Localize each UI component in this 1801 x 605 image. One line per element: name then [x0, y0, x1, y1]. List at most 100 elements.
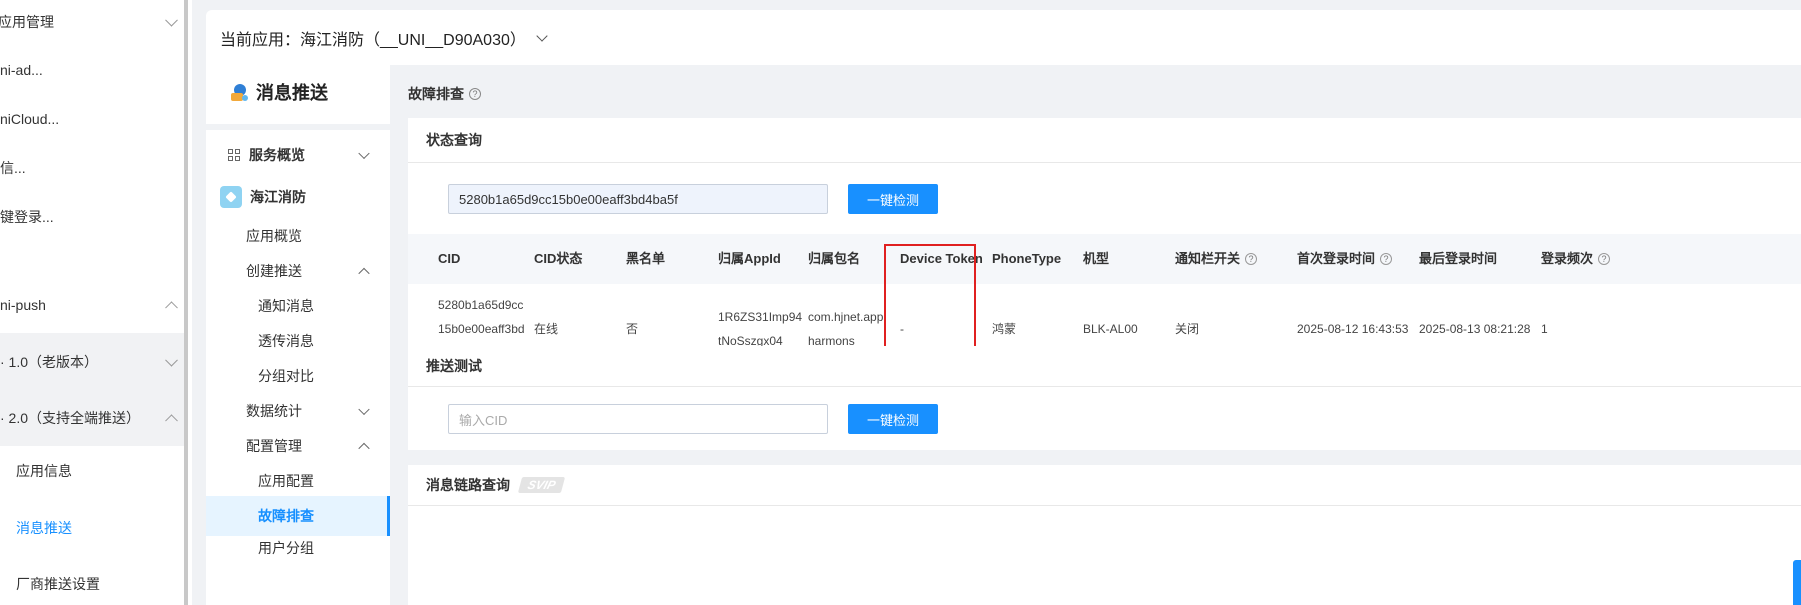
- inner-nav-notification-message[interactable]: 通知消息: [206, 286, 390, 326]
- scrollbar-thumb[interactable]: [1793, 560, 1801, 605]
- col-notify-switch-label: 通知栏开关: [1175, 251, 1241, 266]
- status-check-button[interactable]: 一键检测: [848, 184, 938, 214]
- left-nav-label: 应用管理: [0, 14, 54, 30]
- left-nav-item-message-push[interactable]: 消息推送: [0, 508, 184, 548]
- col-login-count: 登录频次 ?: [1541, 234, 1611, 284]
- left-nav-label: 应用信息: [16, 463, 72, 479]
- push-test-cid-input[interactable]: 输入CID: [448, 404, 828, 434]
- chevron-down-icon: [165, 13, 178, 27]
- app-root: 应用管理 ni-ad... niCloud... 信... 键登录... ni-…: [0, 0, 1801, 605]
- left-sidebar: 应用管理 ni-ad... niCloud... 信... 键登录... ni-…: [0, 0, 188, 605]
- cell-cid-line: 15b0e00eaff3bd: [438, 322, 525, 336]
- help-icon[interactable]: ?: [1598, 253, 1611, 265]
- col-notify-switch: 通知栏开关 ?: [1175, 234, 1258, 284]
- left-nav-label: 厂商推送设置: [16, 576, 100, 592]
- inner-nav-create-push[interactable]: 创建推送: [206, 251, 390, 291]
- svip-badge: SVIP: [517, 477, 566, 493]
- col-package: 归属包名: [808, 251, 861, 266]
- inner-nav-label: 透传消息: [258, 333, 314, 349]
- push-test-title: 推送测试: [408, 346, 1801, 387]
- col-model: 机型: [1083, 251, 1110, 266]
- cell-cid-line: 5280b1a65d9cc: [438, 298, 524, 312]
- left-nav-label: 消息推送: [16, 520, 72, 536]
- left-nav-label: niCloud...: [0, 111, 60, 127]
- left-nav-item-unicloud[interactable]: niCloud...: [0, 99, 184, 139]
- left-nav-label: ni-push: [0, 297, 46, 313]
- device-token-highlight: [884, 244, 976, 353]
- left-nav-label: 键登录...: [0, 209, 54, 225]
- chevron-up-icon: [358, 267, 370, 280]
- inner-nav-config-management[interactable]: 配置管理: [206, 426, 390, 466]
- left-nav-item-vendor-push-settings[interactable]: 厂商推送设置: [0, 564, 184, 604]
- left-nav-label: · 1.0（老版本）: [0, 353, 99, 370]
- page-title: 故障排查 ?: [408, 84, 481, 104]
- inner-nav-group-compare[interactable]: 分组对比: [206, 356, 390, 396]
- help-icon[interactable]: ?: [1380, 253, 1393, 265]
- col-cid: CID: [438, 251, 461, 266]
- link-query-card: 消息链路查询 SVIP: [408, 465, 1801, 605]
- troubleshooting-content: 故障排查 ? 状态查询 5280b1a65d9cc15b0e00eaff3bd4…: [390, 60, 1801, 605]
- push-sidebar-title: 消息推送: [256, 83, 328, 103]
- push-test-card: 推送测试 输入CID 一键检测: [408, 346, 1801, 450]
- inner-nav-label: 海江消防: [250, 189, 306, 205]
- col-blacklist: 黑名单: [626, 251, 666, 266]
- left-nav-item-one-click-login[interactable]: 键登录...: [0, 197, 184, 237]
- col-phone-type: PhoneType: [992, 251, 1062, 266]
- push-logo-icon: [228, 81, 250, 103]
- col-appid: 归属AppId: [718, 251, 781, 266]
- inner-nav-data-stats[interactable]: 数据统计: [206, 391, 390, 431]
- inner-nav-user-group[interactable]: 用户分组: [206, 536, 390, 556]
- cid-input[interactable]: 5280b1a65d9cc15b0e00eaff3bd4ba5f: [448, 184, 828, 214]
- inner-nav-app-config[interactable]: 应用配置: [206, 461, 390, 501]
- help-icon[interactable]: ?: [469, 88, 481, 100]
- grid-icon: [228, 149, 240, 161]
- page-title-text: 故障排查: [408, 86, 464, 102]
- app-cube-icon: [220, 186, 242, 208]
- col-login-count-label: 登录频次: [1541, 251, 1594, 266]
- left-nav-item-uni-ad[interactable]: ni-ad...: [0, 50, 184, 90]
- link-query-title: 消息链路查询 SVIP: [408, 465, 1801, 506]
- left-nav-item-app-info[interactable]: 应用信息: [0, 451, 184, 491]
- push-sidebar-header: 消息推送: [206, 60, 390, 130]
- push-sidebar: 消息推送 服务概览 海江消防 应用概览 创建推送 通知消息 透传消息 分组对比 …: [206, 60, 390, 605]
- current-app-label: 当前应用：海江消防（__UNI__D90A030）: [220, 31, 526, 49]
- inner-nav-label: 配置管理: [246, 438, 302, 454]
- push-test-check-button[interactable]: 一键检测: [848, 404, 938, 434]
- inner-nav-service-overview[interactable]: 服务概览: [206, 135, 390, 175]
- link-query-title-text: 消息链路查询: [426, 477, 510, 493]
- app-selector[interactable]: 当前应用：海江消防（__UNI__D90A030）: [206, 10, 1801, 65]
- col-cid-status: CID状态: [534, 251, 583, 266]
- inner-nav-label: 数据统计: [246, 403, 302, 419]
- inner-nav-label: 分组对比: [258, 368, 314, 384]
- cell-appid-line: 1R6ZS31Imp94: [718, 310, 803, 324]
- status-table-header: CID CID状态 黑名单 归属AppId 归属包名 Device Token …: [408, 234, 1801, 284]
- inner-nav-passthrough-message[interactable]: 透传消息: [206, 321, 390, 361]
- help-icon[interactable]: ?: [1245, 253, 1258, 265]
- left-nav-label: · 2.0（支持全端推送）: [0, 410, 141, 426]
- chevron-down-icon: [358, 403, 370, 416]
- inner-nav-troubleshooting[interactable]: 故障排查: [206, 496, 390, 536]
- left-nav-item-push-v1[interactable]: · 1.0（老版本）: [0, 333, 184, 390]
- left-nav-item-sms[interactable]: 信...: [0, 148, 184, 188]
- left-nav-item-push-v2[interactable]: · 2.0（支持全端推送）: [0, 390, 184, 446]
- inner-nav-label: 用户分组: [258, 540, 314, 556]
- inner-nav-label: 通知消息: [258, 298, 314, 314]
- chevron-up-icon: [165, 301, 178, 315]
- inner-nav-label: 创建推送: [246, 263, 302, 279]
- chevron-up-icon: [165, 414, 178, 428]
- left-nav-item-uni-push[interactable]: ni-push: [0, 285, 184, 325]
- inner-nav-app-name[interactable]: 海江消防: [206, 177, 390, 217]
- cell-package-line: com.hjnet.app.: [808, 310, 887, 324]
- inner-nav-label: 应用概览: [246, 228, 302, 244]
- left-nav-item-app-management[interactable]: 应用管理: [0, 2, 184, 42]
- left-nav-label: 信...: [0, 160, 26, 176]
- inner-nav-label: 服务概览: [249, 147, 305, 163]
- chevron-down-icon: [536, 29, 548, 42]
- inner-nav-app-overview[interactable]: 应用概览: [206, 216, 390, 256]
- left-nav-label: ni-ad...: [0, 62, 43, 78]
- main-area: 当前应用：海江消防（__UNI__D90A030） 消息推送 服务概览 海江消防…: [192, 0, 1801, 605]
- status-query-title: 状态查询: [408, 118, 1801, 163]
- chevron-down-icon: [358, 147, 370, 160]
- col-first-login-label: 首次登录时间: [1297, 251, 1376, 266]
- col-first-login: 首次登录时间 ?: [1297, 234, 1393, 284]
